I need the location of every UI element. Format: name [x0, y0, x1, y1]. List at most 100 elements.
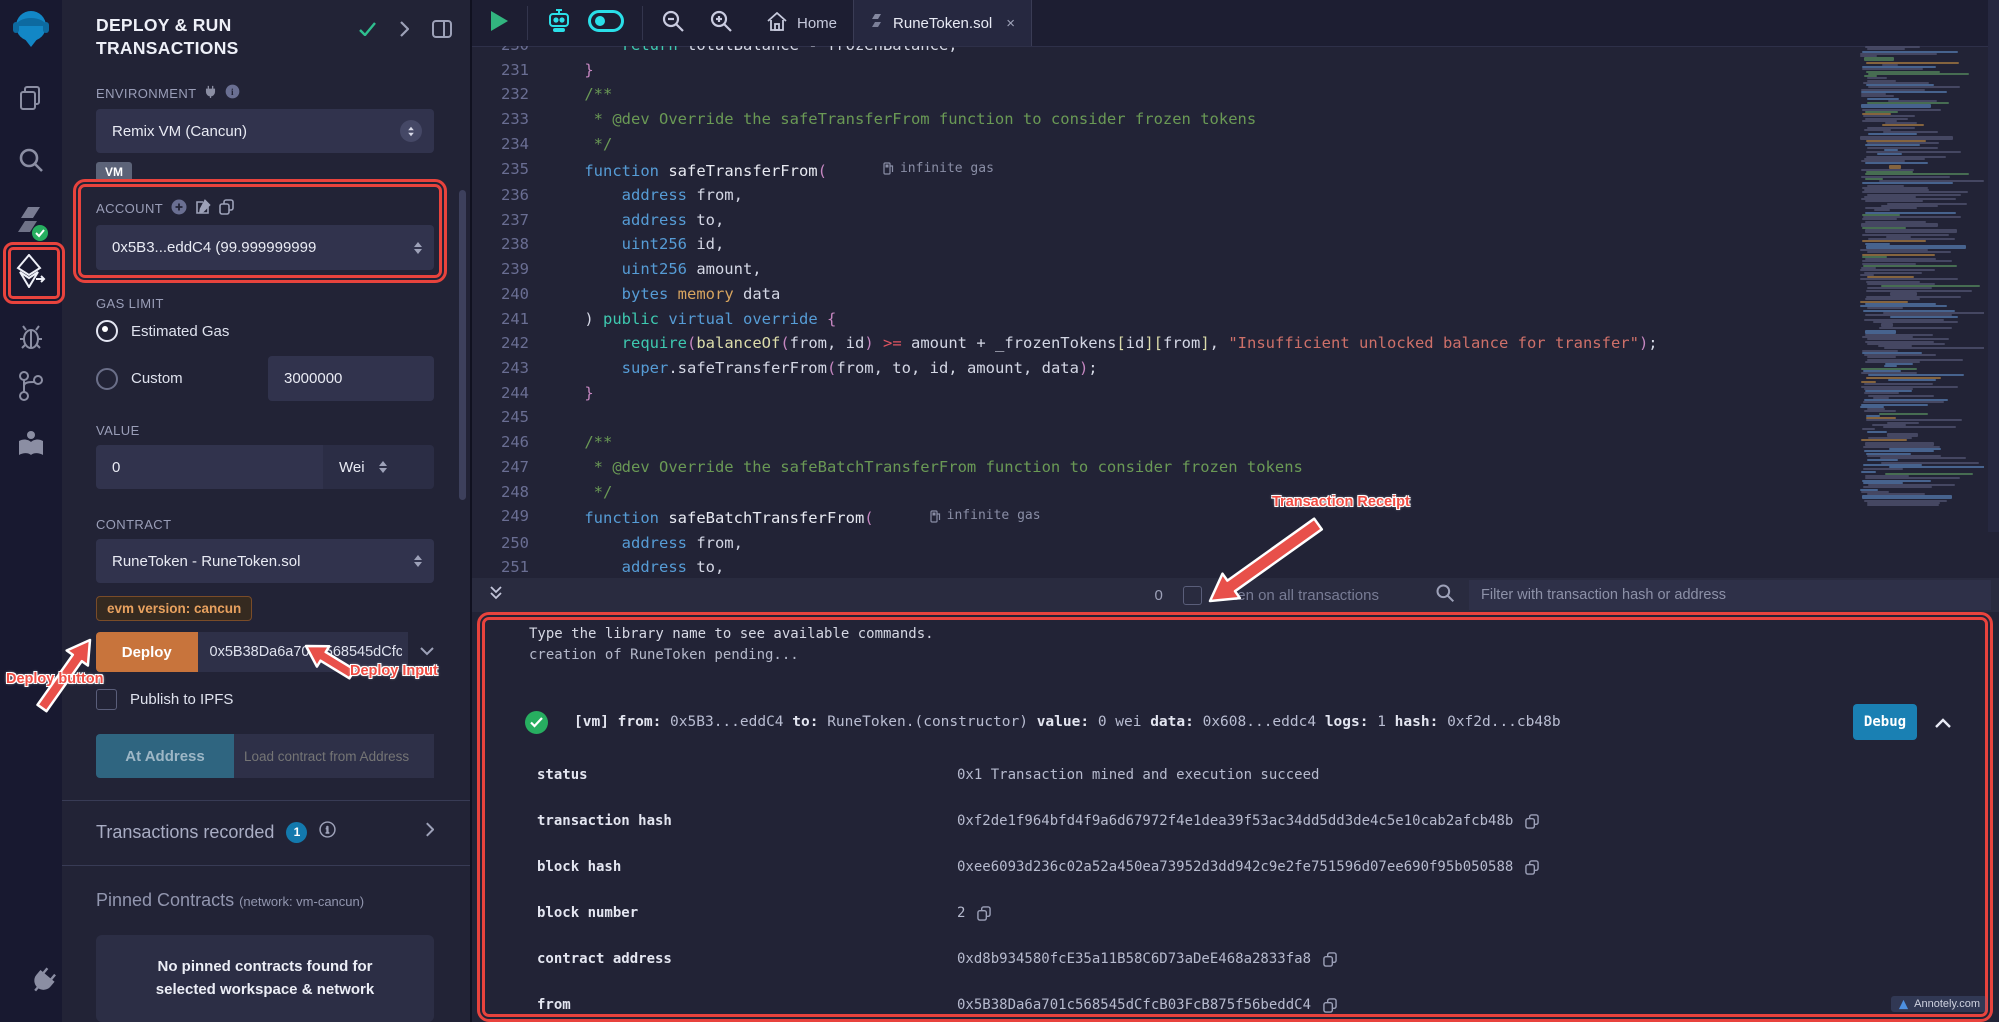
solidity-compiler-icon[interactable]: [0, 203, 62, 243]
remix-logo[interactable]: [0, 6, 62, 50]
copy-icon[interactable]: [219, 199, 234, 218]
chevron-up-icon[interactable]: [1935, 713, 1951, 732]
terminal-search-icon[interactable]: [1435, 583, 1455, 608]
ai-toggle[interactable]: [588, 10, 624, 37]
account-section-label: ACCOUNT: [96, 199, 434, 218]
publish-ipfs-option[interactable]: Publish to IPFS: [96, 689, 434, 710]
account-select[interactable]: 0x5B3...eddC4 (99.999999999: [96, 225, 434, 270]
contract-label: CONTRACT: [96, 517, 434, 532]
code-line: 245: [472, 405, 1999, 430]
editor-scrollbar[interactable]: [1988, 0, 1999, 532]
terminal-collapse-icon[interactable]: [488, 585, 504, 606]
code-editor[interactable]: 230 return totalBalance - frozenBalance;…: [472, 46, 1999, 578]
custom-gas-option[interactable]: Custom: [96, 356, 434, 401]
edit-icon[interactable]: [195, 199, 211, 218]
at-address-button[interactable]: At Address: [96, 734, 234, 778]
tab-home[interactable]: Home: [751, 0, 853, 46]
copy-icon[interactable]: [1525, 814, 1539, 829]
copy-icon[interactable]: [1323, 952, 1337, 967]
gas-limit-label: GAS LIMIT: [96, 296, 434, 311]
receipt-row: from0x5B38Da6a701c568545dCfcB03FcB875f56…: [472, 994, 1999, 1016]
value-unit-select[interactable]: Wei: [323, 445, 434, 489]
annotely-logo-icon: [1898, 999, 1909, 1010]
file-explorer-icon[interactable]: [0, 82, 62, 114]
success-check-icon: [525, 711, 548, 734]
solidity-file-icon: [870, 13, 883, 33]
copy-icon[interactable]: [1525, 860, 1539, 875]
receipt-row: block hash0xee6093d236c02a52a450ea73952d…: [472, 856, 1999, 878]
info-icon[interactable]: i: [319, 821, 336, 843]
transactions-count-badge: 1: [286, 822, 307, 843]
play-icon[interactable]: [490, 10, 509, 37]
zoom-in-icon[interactable]: [709, 9, 733, 38]
icon-rail: [0, 0, 62, 1022]
remix-ide: DEPLOY & RUN TRANSACTIONS ENVIRONMENT i …: [0, 0, 1999, 1022]
transactions-recorded-row[interactable]: Transactions recorded 1 i: [96, 801, 434, 865]
environment-select[interactable]: Remix VM (Cancun): [96, 109, 434, 153]
code-line: 251 address to,: [472, 555, 1999, 578]
close-icon[interactable]: ×: [1006, 15, 1015, 32]
deploy-button[interactable]: Deploy: [96, 632, 198, 672]
contract-select[interactable]: RuneToken - RuneToken.sol: [96, 539, 434, 583]
gas-estimate-annotation: infinite gas: [930, 504, 1041, 529]
code-line: 247 * @dev Override the safeBatchTransfe…: [472, 455, 1999, 480]
code-line: 249 function safeBatchTransferFrom(infin…: [472, 504, 1999, 531]
debug-button[interactable]: Debug: [1853, 704, 1917, 740]
chevron-right-icon[interactable]: [425, 822, 434, 842]
code-line: 235 function safeTransferFrom(infinite g…: [472, 157, 1999, 184]
contract-stepper-icon[interactable]: [414, 555, 422, 567]
debugger-icon[interactable]: [0, 320, 62, 354]
gas-pump-icon: [930, 510, 941, 523]
transaction-filter-input[interactable]: [1469, 580, 1991, 610]
code-line: 238 uint256 id,: [472, 232, 1999, 257]
panel-split-icon[interactable]: [432, 20, 452, 43]
estimated-gas-option[interactable]: Estimated Gas: [96, 320, 434, 342]
listen-label: Listen on all transactions: [1214, 587, 1379, 604]
code-line: 233 * @dev Override the safeTransferFrom…: [472, 107, 1999, 132]
value-label: VALUE: [96, 423, 434, 438]
tab-runetoken[interactable]: RuneToken.sol ×: [853, 0, 1032, 46]
receipt-summary-text: [vm] from: 0x5B3...eddC4 to: RuneToken.(…: [574, 714, 1561, 730]
pinned-network-label: (network: vm-cancun): [239, 894, 364, 909]
custom-gas-input[interactable]: [268, 356, 434, 401]
main-area: Home RuneToken.sol × 230 return totalBal…: [470, 0, 1999, 1022]
code-line: 241 ) public virtual override {: [472, 307, 1999, 332]
copy-icon[interactable]: [1323, 998, 1337, 1013]
deploy-input-annotation: Deploy Input: [350, 663, 438, 679]
terminal-line: creation of RuneToken pending...: [472, 645, 1999, 666]
value-input[interactable]: [96, 445, 323, 489]
unit-stepper-icon[interactable]: [379, 461, 387, 473]
zoom-out-icon[interactable]: [661, 9, 685, 38]
copy-icon[interactable]: [977, 906, 991, 921]
info-icon[interactable]: i: [225, 84, 240, 102]
code-line: 242 require(balanceOf(from, id) >= amoun…: [472, 331, 1999, 356]
search-icon[interactable]: [0, 144, 62, 176]
gas-estimate-annotation: infinite gas: [883, 157, 994, 182]
plus-circle-icon[interactable]: [171, 199, 187, 218]
panel-scrollbar[interactable]: [459, 190, 466, 500]
at-address-input[interactable]: [234, 734, 434, 778]
code-line: 236 address from,: [472, 183, 1999, 208]
ai-robot-icon[interactable]: [546, 8, 572, 39]
chevron-down-icon[interactable]: [420, 643, 434, 661]
plugin-icon[interactable]: [0, 968, 62, 1004]
custom-gas-radio[interactable]: [96, 368, 118, 390]
minimap[interactable]: [1858, 46, 1984, 506]
deploy-run-icon[interactable]: [0, 252, 62, 290]
plug-small-icon[interactable]: [204, 85, 217, 101]
publish-ipfs-checkbox[interactable]: [96, 689, 117, 710]
estimated-gas-radio[interactable]: [96, 320, 118, 342]
receipt-rows: status0x1 Transaction mined and executio…: [472, 764, 1999, 1016]
code-line: 243 super.safeTransferFrom(from, to, id,…: [472, 356, 1999, 381]
code-line: 246 /**: [472, 430, 1999, 455]
forward-arrow-icon[interactable]: [399, 21, 409, 42]
git-icon[interactable]: [0, 368, 62, 404]
environment-stepper-icon[interactable]: [400, 120, 422, 142]
code-line: 250 address from,: [472, 531, 1999, 556]
terminal[interactable]: Type the library name to see available c…: [472, 612, 1999, 1022]
account-stepper-icon[interactable]: [414, 242, 422, 254]
receipt-summary[interactable]: [vm] from: 0x5B3...eddC4 to: RuneToken.(…: [472, 704, 1999, 740]
listen-checkbox[interactable]: [1183, 586, 1202, 605]
code-line: 239 uint256 amount,: [472, 257, 1999, 282]
learn-icon[interactable]: [0, 426, 62, 462]
